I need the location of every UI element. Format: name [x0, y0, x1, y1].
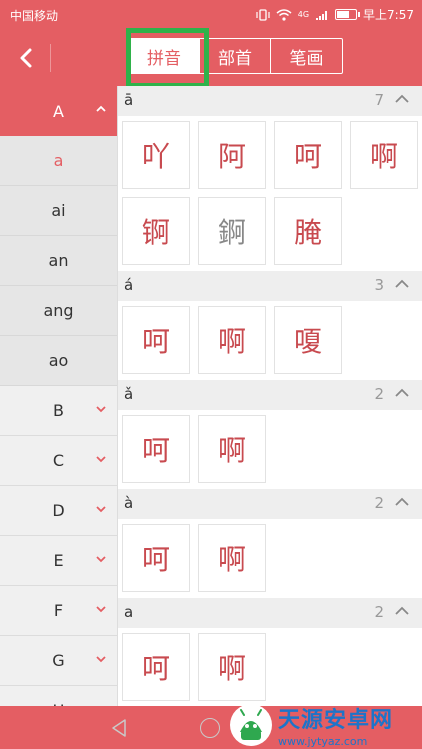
back-button[interactable] [10, 42, 42, 74]
char-cell[interactable]: 呵 [122, 415, 190, 483]
clock-label: 早上7:57 [363, 8, 414, 22]
watermark-text: 天源安卓网 www.jytyaz.com [278, 702, 393, 748]
group-count: 2 [374, 385, 384, 403]
network-type-label: 4G [297, 10, 310, 19]
char-grid: 呵 啊 [118, 519, 422, 598]
chevron-down-icon [96, 606, 106, 613]
char-cell[interactable]: 呵 [122, 633, 190, 701]
pinyin-index-sidebar: A a ai an ang ao B C D E F G H [0, 86, 118, 706]
group-pinyin: à [124, 494, 134, 512]
group-header-a5[interactable]: a 2 [118, 598, 422, 628]
letter-label: G [52, 651, 65, 670]
char-cell[interactable]: 啊 [198, 415, 266, 483]
group-header-a3[interactable]: ǎ 2 [118, 380, 422, 410]
status-bar: 中国移动 4G 早上7:57 [0, 0, 422, 30]
char-cell[interactable]: 腌 [274, 197, 342, 265]
tab-highlight-box [126, 28, 209, 88]
vibrate-icon [256, 8, 270, 21]
sub-item-an[interactable]: an [0, 236, 117, 286]
letter-row-g[interactable]: G [0, 636, 117, 686]
letter-row-e[interactable]: E [0, 536, 117, 586]
group-count: 2 [374, 494, 384, 512]
letter-label: B [53, 401, 64, 420]
watermark: 天源安卓网 www.jytyaz.com [228, 702, 418, 748]
char-cell[interactable]: 啊 [198, 524, 266, 592]
chevron-up-icon [395, 497, 409, 506]
chevron-down-icon [96, 406, 106, 413]
group-count: 2 [374, 603, 384, 621]
chevron-down-icon [96, 456, 106, 463]
group-count: 7 [374, 91, 384, 109]
header-divider [50, 44, 51, 72]
char-cell[interactable]: 吖 [122, 121, 190, 189]
letter-row-b[interactable]: B [0, 386, 117, 436]
sub-item-ao[interactable]: ao [0, 336, 117, 386]
sub-item-ang[interactable]: ang [0, 286, 117, 336]
battery-icon [335, 9, 361, 20]
chevron-up-icon [96, 105, 106, 112]
char-cell[interactable]: 呵 [274, 121, 342, 189]
char-grid: 吖 阿 呵 啊 锕 錒 腌 [118, 116, 422, 271]
sub-item-a[interactable]: a [0, 136, 117, 186]
char-cell[interactable]: 嗄 [274, 306, 342, 374]
char-cell[interactable]: 呵 [122, 306, 190, 374]
letter-row-h[interactable]: H [0, 686, 117, 706]
group-pinyin: ā [124, 91, 134, 109]
nav-home-icon[interactable] [200, 718, 220, 738]
group-pinyin: a [124, 603, 134, 621]
back-arrow-icon [20, 48, 32, 68]
letter-label: D [52, 501, 65, 520]
char-cell[interactable]: 呵 [122, 524, 190, 592]
letter-label: A [53, 101, 64, 121]
watermark-logo-icon [230, 704, 272, 746]
chevron-down-icon [96, 506, 106, 513]
tab-radical[interactable]: 部首 [200, 39, 271, 73]
carrier-label: 中国移动 [10, 9, 59, 23]
char-grid: 呵 啊 [118, 410, 422, 489]
char-cell[interactable]: 啊 [350, 121, 418, 189]
group-header-a2[interactable]: á 3 [118, 271, 422, 301]
wifi-icon [276, 8, 292, 21]
signal-icon [316, 10, 328, 20]
sub-item-ai[interactable]: ai [0, 186, 117, 236]
status-icons: 4G 早上7:57 [256, 6, 414, 23]
char-cell[interactable]: 錒 [198, 197, 266, 265]
chevron-up-icon [395, 279, 409, 288]
letter-row-c[interactable]: C [0, 436, 117, 486]
letter-label: C [52, 451, 65, 470]
group-header-a4[interactable]: à 2 [118, 489, 422, 519]
group-pinyin: á [124, 276, 134, 294]
letter-label: E [53, 551, 64, 570]
chevron-up-icon [395, 94, 409, 103]
chevron-up-icon [395, 388, 409, 397]
chevron-down-icon [96, 556, 106, 563]
chevron-down-icon [96, 656, 106, 663]
letter-label: F [53, 601, 64, 620]
character-list: ā 7 吖 阿 呵 啊 锕 錒 腌 á 3 呵 啊 嗄 ǎ 2 呵 啊 à 2 … [118, 86, 422, 706]
char-cell[interactable]: 啊 [198, 306, 266, 374]
tab-stroke[interactable]: 笔画 [271, 39, 342, 73]
group-pinyin: ǎ [124, 385, 134, 403]
watermark-url: www.jytyaz.com [278, 735, 368, 748]
char-cell[interactable]: 阿 [198, 121, 266, 189]
char-grid: 呵 啊 嗄 [118, 301, 422, 380]
char-grid: 呵 啊 [118, 628, 422, 706]
letter-row-f[interactable]: F [0, 586, 117, 636]
letter-row-d[interactable]: D [0, 486, 117, 536]
group-header-a1[interactable]: ā 7 [118, 86, 422, 116]
char-cell[interactable]: 锕 [122, 197, 190, 265]
watermark-title: 天源安卓网 [278, 708, 394, 733]
letter-row-a[interactable]: A [0, 86, 117, 136]
nav-back-icon[interactable] [110, 718, 128, 738]
top-bar: 拼音 部首 笔画 [0, 30, 422, 86]
chevron-up-icon [395, 606, 409, 615]
char-cell[interactable]: 啊 [198, 633, 266, 701]
group-count: 3 [374, 276, 384, 294]
